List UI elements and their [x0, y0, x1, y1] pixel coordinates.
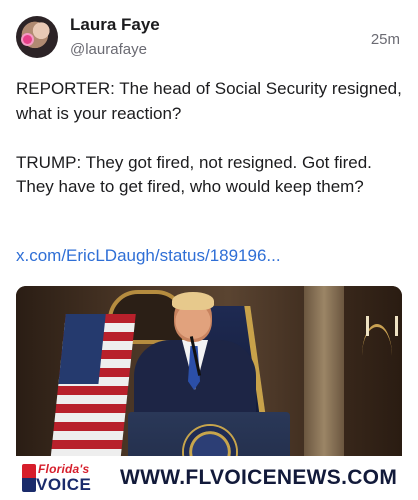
- logo-top-text: Florida's: [38, 462, 90, 476]
- author-handle[interactable]: @laurafaye: [70, 41, 147, 58]
- us-flag-canton: [58, 314, 106, 384]
- post-link[interactable]: x.com/EricLDaugh/status/189196...: [16, 246, 281, 266]
- author-avatar[interactable]: [16, 16, 58, 58]
- speaker-hair: [172, 292, 214, 310]
- florida-state-icon: [22, 464, 36, 492]
- post-media-image[interactable]: Florida's VOICE WWW.FLVOICENEWS.COM: [16, 286, 402, 500]
- banner-url: WWW.FLVOICENEWS.COM: [120, 466, 398, 489]
- author-display-name[interactable]: Laura Faye: [70, 15, 160, 35]
- post-paragraph: TRUMP: They got fired, not resigned. Got…: [16, 152, 372, 197]
- post-timestamp: 25m: [370, 31, 400, 48]
- flower-icon: [23, 35, 32, 44]
- news-banner: Florida's VOICE WWW.FLVOICENEWS.COM: [16, 456, 402, 500]
- floridas-voice-logo: Florida's VOICE: [18, 460, 118, 496]
- post-body: REPORTER: The head of Social Security re…: [16, 77, 406, 200]
- logo-bottom-text: VOICE: [36, 475, 92, 494]
- candles: [366, 316, 398, 336]
- social-post: Laura Faye @laurafaye 25m REPORTER: The …: [0, 0, 418, 500]
- post-paragraph: REPORTER: The head of Social Security re…: [16, 79, 402, 123]
